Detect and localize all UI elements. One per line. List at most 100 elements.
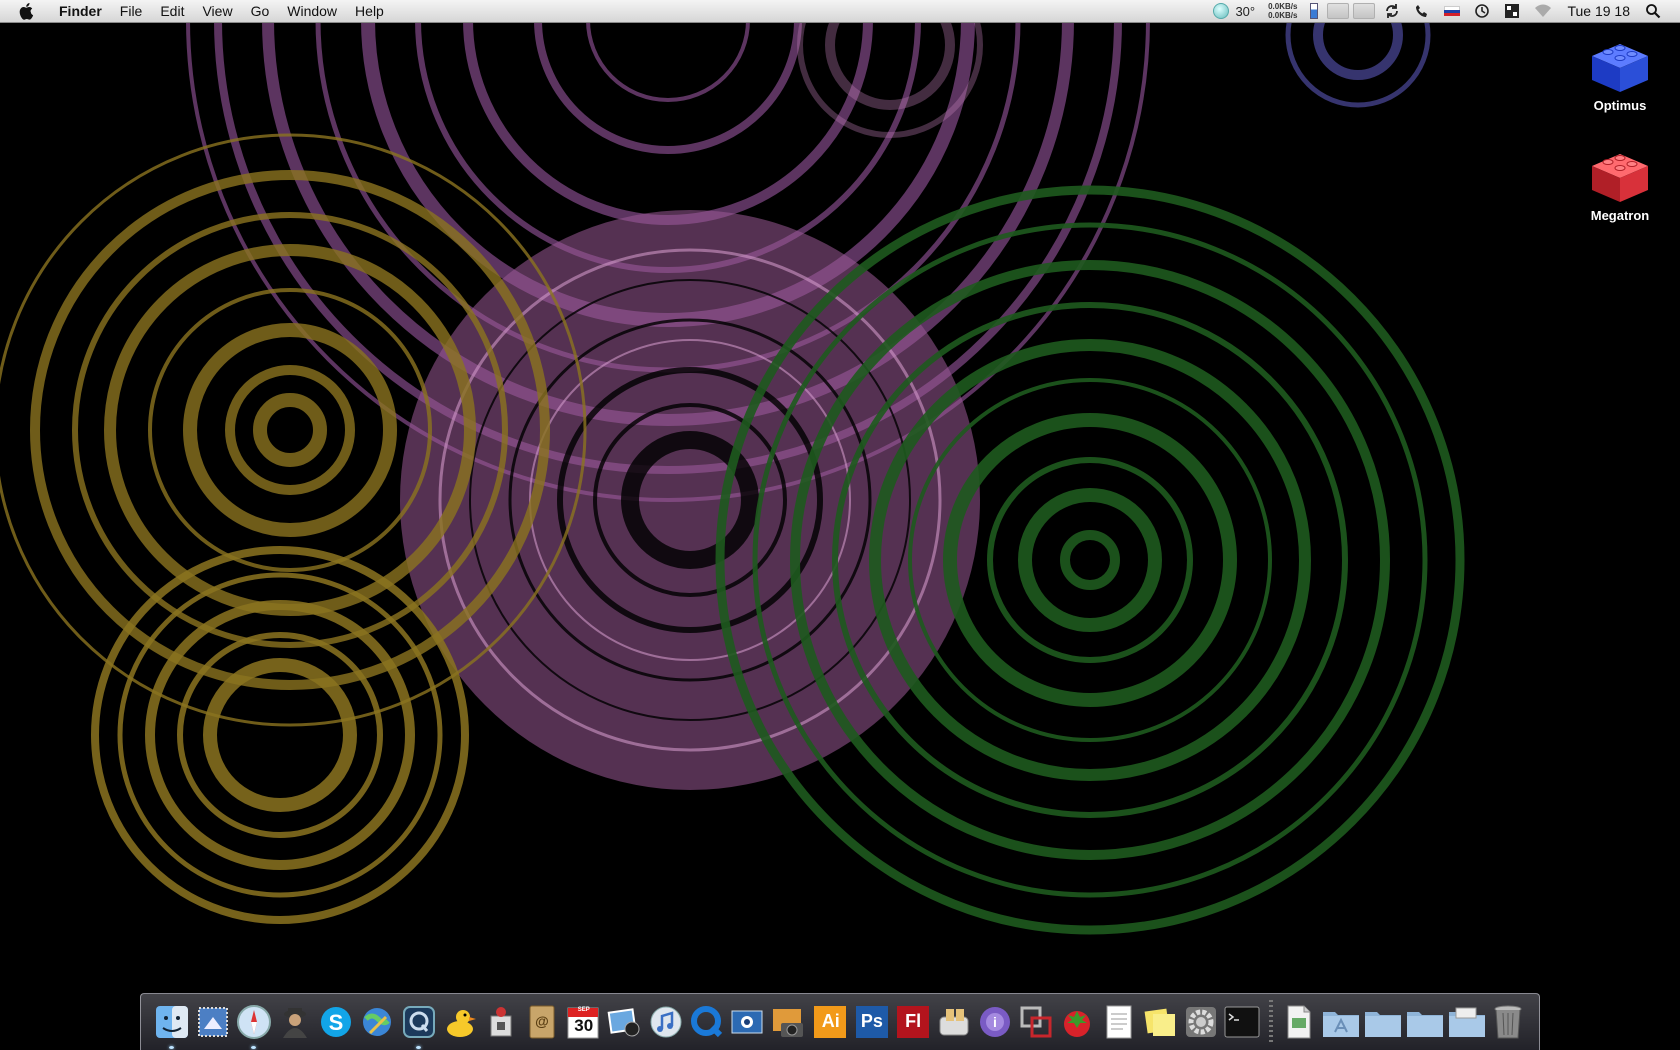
vmware-icon — [1020, 1006, 1052, 1038]
dock-applications-folder[interactable] — [1322, 1000, 1360, 1044]
purple-info-icon: i — [980, 1007, 1011, 1037]
finder-icon — [155, 1006, 188, 1038]
battery-monitor-icon[interactable] — [1303, 0, 1325, 22]
dock-mail[interactable] — [194, 1000, 231, 1044]
svg-text:S: S — [329, 1010, 344, 1035]
dock-network-utility[interactable] — [359, 1000, 396, 1044]
running-indicator — [251, 1046, 257, 1049]
preview-icon — [731, 1010, 763, 1034]
address-book-icon: @ — [529, 1005, 555, 1039]
toolbox-icon — [490, 1007, 512, 1037]
spy-agent-icon — [283, 1008, 308, 1038]
safari-compass-icon — [236, 1005, 271, 1039]
dock-ical[interactable]: SEP 30 — [565, 1000, 602, 1044]
temperature-monitor[interactable]: 30° — [1206, 0, 1262, 22]
dock-terminal[interactable] — [1223, 1000, 1260, 1044]
globe-icon — [363, 1008, 392, 1036]
dock-utility-app[interactable] — [482, 1000, 519, 1044]
time-machine-icon[interactable] — [1467, 0, 1497, 22]
temperature-icon — [1213, 3, 1230, 19]
menu-extra-blank-2[interactable] — [1353, 3, 1376, 19]
calendar-day: 30 — [574, 1016, 594, 1035]
dock-safari[interactable] — [235, 1000, 272, 1049]
drive-optimus-icon — [1592, 44, 1648, 92]
dock-iphoto[interactable] — [606, 1000, 643, 1044]
svg-text:@: @ — [535, 1013, 549, 1029]
flash-label: Fl — [905, 1011, 922, 1031]
phone-icon[interactable] — [1407, 0, 1437, 22]
dock-textedit[interactable] — [1100, 1000, 1137, 1044]
dock-illustrator[interactable]: Ai — [812, 1000, 849, 1044]
wallpaper — [0, 0, 1465, 935]
dock-documents-folder[interactable] — [1364, 1000, 1402, 1044]
dock-image-capture[interactable] — [771, 1000, 808, 1044]
dock-vmware[interactable] — [1018, 1000, 1055, 1044]
dock-finder[interactable] — [153, 1000, 190, 1049]
dock-separator[interactable] — [1268, 1000, 1273, 1044]
spaces-icon[interactable] — [1497, 0, 1527, 22]
dock-cyberduck[interactable] — [441, 1000, 478, 1044]
dock-system-preferences[interactable] — [1182, 1000, 1219, 1044]
menu-bar: Finder File Edit View Go Window Help 30°… — [0, 0, 1680, 23]
dock-preview[interactable] — [729, 1000, 766, 1044]
running-indicator — [169, 1046, 174, 1049]
mail-stamp-icon — [197, 1007, 228, 1037]
camera-photo-icon — [773, 1009, 804, 1037]
dock-trash[interactable] — [1490, 1000, 1527, 1044]
dock-podcast-app[interactable]: i — [976, 1000, 1013, 1044]
net-upload-speed: 0.0KB/s — [1268, 2, 1298, 11]
menu-view[interactable]: View — [193, 0, 241, 22]
dock-itunes[interactable] — [647, 1000, 684, 1044]
dock-transmission[interactable] — [1059, 1000, 1096, 1044]
terminal-icon — [1224, 1006, 1260, 1038]
menu-window[interactable]: Window — [278, 0, 346, 22]
menu-clock[interactable]: Tue 19 18 — [1559, 3, 1638, 19]
dock-flash[interactable]: Fl — [894, 1000, 931, 1044]
calendar-month: SEP — [577, 1007, 590, 1013]
dock-folder-stack[interactable] — [1448, 1000, 1486, 1044]
menu-edit[interactable]: Edit — [151, 0, 193, 22]
drive-megatron-icon — [1592, 154, 1648, 202]
menu-app-finder[interactable]: Finder — [50, 0, 111, 22]
dock: S @ SEP 30 Ai Ps Fl i — [140, 993, 1540, 1050]
dock-quicktime[interactable] — [688, 1000, 725, 1044]
dock-downloads-folder[interactable] — [1406, 1000, 1444, 1044]
dock-address-book[interactable]: @ — [524, 1000, 561, 1044]
spotlight-search-icon[interactable] — [1638, 0, 1668, 22]
menu-file[interactable]: File — [111, 0, 152, 22]
folder-stack-icon — [1448, 1007, 1485, 1037]
dock-spy-app[interactable] — [277, 1000, 314, 1044]
skype-icon: S — [321, 1007, 352, 1037]
dock-photoshop[interactable]: Ps — [853, 1000, 890, 1044]
menu-help[interactable]: Help — [346, 0, 393, 22]
input-language-flag-icon[interactable] — [1437, 0, 1467, 22]
desktop-icon-optimus[interactable]: Optimus — [1570, 36, 1670, 113]
duck-icon — [446, 1010, 476, 1037]
textedit-icon — [1106, 1005, 1132, 1039]
menu-extra-blank-1[interactable] — [1327, 3, 1350, 19]
dock-quicktime-q[interactable] — [400, 1000, 437, 1049]
net-download-speed: 0.0KB/s — [1268, 11, 1298, 20]
folder-icon — [1406, 1012, 1443, 1037]
desktop-screen: Finder File Edit View Go Window Help 30°… — [0, 0, 1680, 1050]
network-speed-monitor[interactable]: 0.0KB/s 0.0KB/s — [1262, 2, 1303, 20]
trash-icon — [1494, 1005, 1522, 1039]
menu-go[interactable]: Go — [242, 0, 279, 22]
desktop-icon-megatron[interactable]: Megatron — [1570, 146, 1670, 223]
temperature-value: 30° — [1235, 3, 1256, 19]
dock-skype[interactable]: S — [318, 1000, 355, 1044]
illustrator-label: Ai — [821, 1011, 840, 1031]
dock-stickies[interactable] — [1141, 1000, 1178, 1044]
toaster-icon — [939, 1009, 969, 1036]
sync-icon[interactable] — [1377, 0, 1407, 22]
stickies-icon — [1144, 1008, 1175, 1036]
desktop-icon-label: Megatron — [1590, 208, 1650, 223]
wifi-icon[interactable] — [1527, 0, 1559, 22]
dock-document-stack[interactable] — [1281, 1000, 1318, 1044]
svg-text:i: i — [993, 1014, 997, 1030]
document-icon — [1287, 1005, 1311, 1039]
dock-toaster-app[interactable] — [935, 1000, 972, 1044]
desktop-icon-label: Optimus — [1593, 98, 1647, 113]
quicktime-icon — [690, 1006, 722, 1038]
apple-menu-icon[interactable] — [18, 2, 36, 20]
